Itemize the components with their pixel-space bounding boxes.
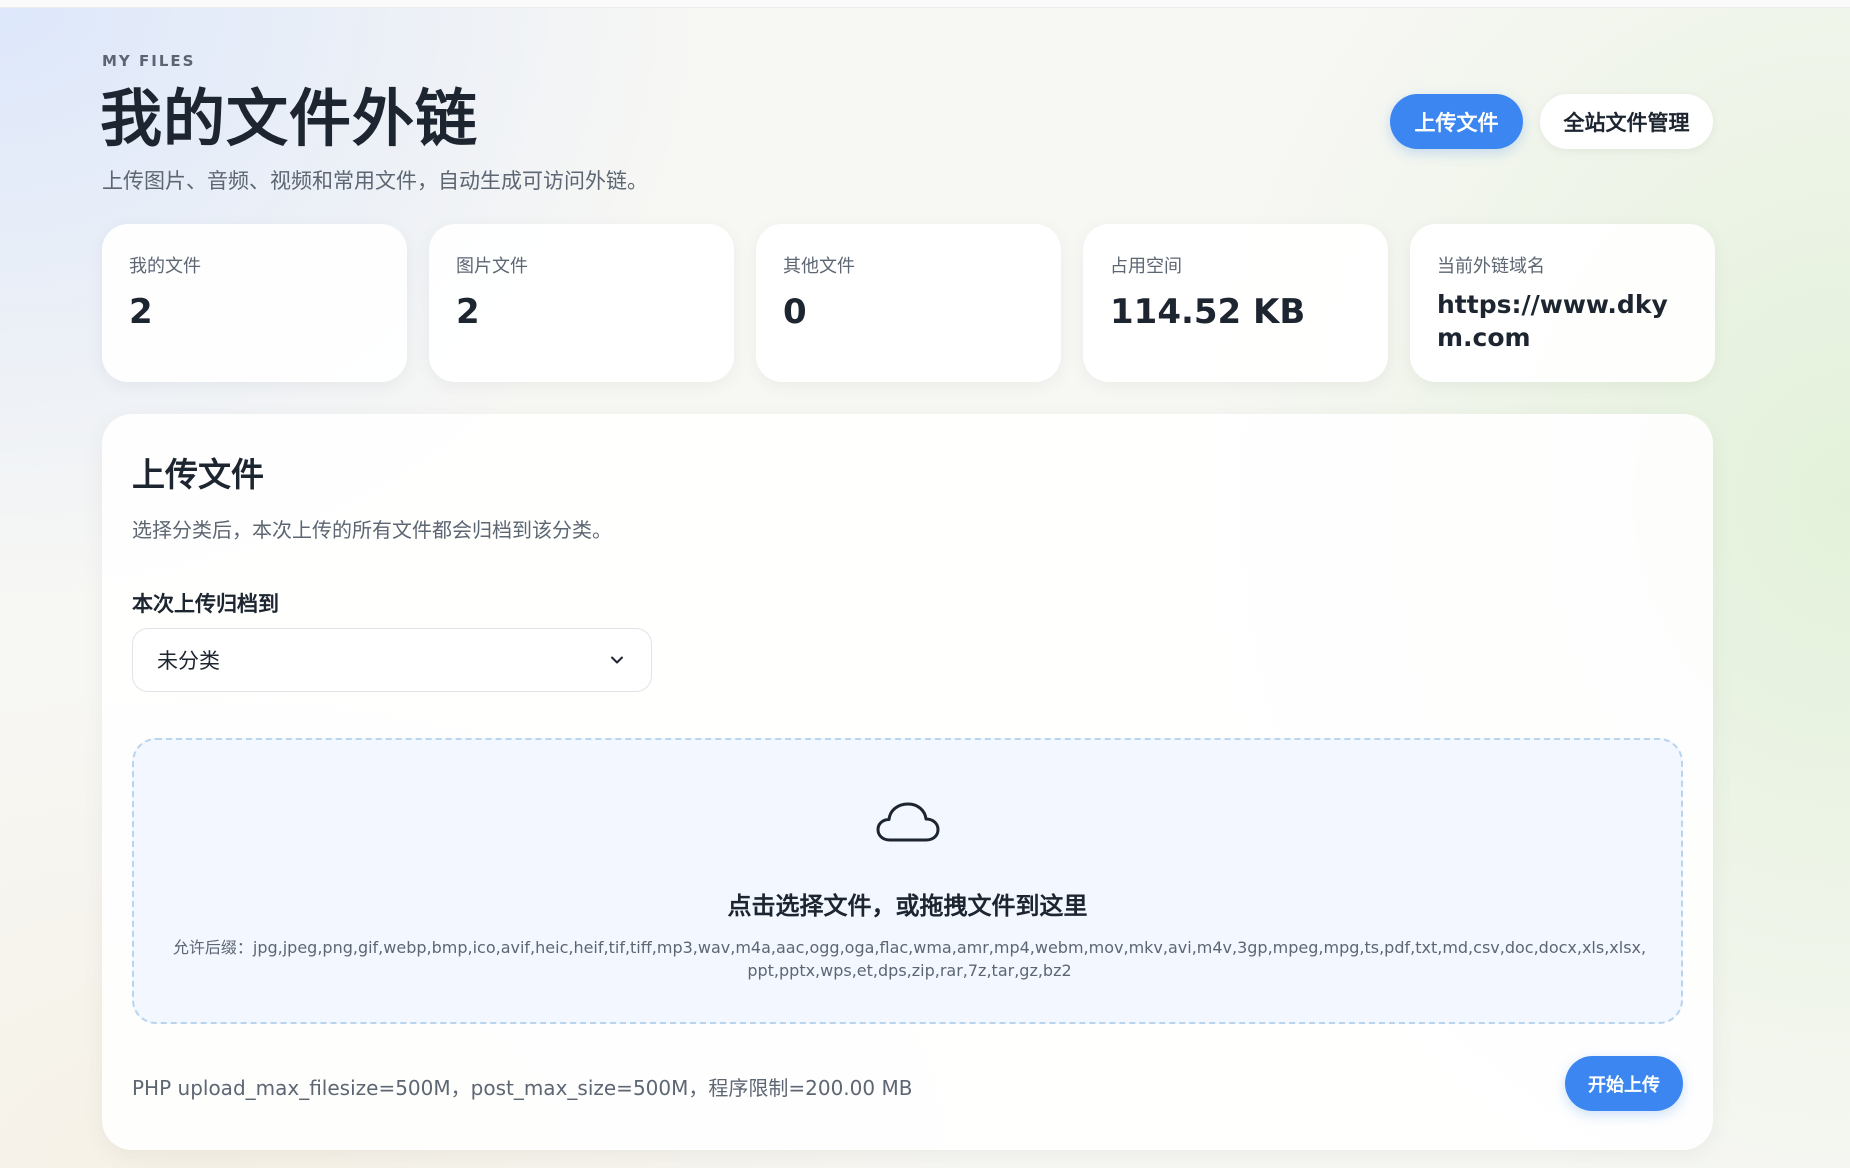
stat-value: 114.52 KB <box>1110 292 1306 332</box>
stat-card-storage-used: 占用空间 114.52 KB <box>1083 224 1388 382</box>
page-eyebrow: MY FILES <box>102 52 196 70</box>
site-file-management-button[interactable]: 全站文件管理 <box>1540 94 1713 149</box>
chevron-down-icon <box>611 656 623 664</box>
stat-label: 占用空间 <box>1110 256 1182 277</box>
page-subtitle: 上传图片、音频、视频和常用文件，自动生成可访问外链。 <box>102 169 648 193</box>
stat-card-image-files: 图片文件 2 <box>429 224 734 382</box>
stat-label: 我的文件 <box>129 256 201 277</box>
stat-card-my-files: 我的文件 2 <box>102 224 407 382</box>
stat-label: 当前外链域名 <box>1437 256 1545 277</box>
stat-card-link-domain: 当前外链域名 https://www.dkym.com <box>1410 224 1715 382</box>
file-dropzone[interactable]: 点击选择文件，或拖拽文件到这里 允许后缀：jpg,jpeg,png,gif,we… <box>132 738 1683 1024</box>
upload-panel-description: 选择分类后，本次上传的所有文件都会归档到该分类。 <box>132 518 612 542</box>
dropzone-title: 点击选择文件，或拖拽文件到这里 <box>727 892 1088 920</box>
upload-limits-text: PHP upload_max_filesize=500M，post_max_si… <box>132 1076 913 1100</box>
category-select-value: 未分类 <box>157 649 220 673</box>
cloud-icon <box>876 802 940 842</box>
upload-panel: 上传文件 选择分类后，本次上传的所有文件都会归档到该分类。 本次上传归档到 未分… <box>102 414 1713 1150</box>
upload-file-button[interactable]: 上传文件 <box>1390 94 1523 149</box>
start-upload-button[interactable]: 开始上传 <box>1565 1056 1683 1111</box>
category-select[interactable]: 未分类 <box>132 628 652 692</box>
stat-value: 2 <box>129 292 153 332</box>
top-bar <box>0 0 1850 8</box>
allowed-extensions-hint: 允许后缀：jpg,jpeg,png,gif,webp,bmp,ico,avif,… <box>172 938 1647 980</box>
stat-value: 2 <box>456 292 480 332</box>
upload-panel-title: 上传文件 <box>132 455 264 494</box>
category-label: 本次上传归档到 <box>132 592 279 616</box>
stat-card-other-files: 其他文件 0 <box>756 224 1061 382</box>
stat-label: 其他文件 <box>783 256 855 277</box>
stat-label: 图片文件 <box>456 256 528 277</box>
page-title: 我的文件外链 <box>100 82 479 155</box>
stat-value: 0 <box>783 292 807 332</box>
stat-value: https://www.dkym.com <box>1437 290 1668 352</box>
